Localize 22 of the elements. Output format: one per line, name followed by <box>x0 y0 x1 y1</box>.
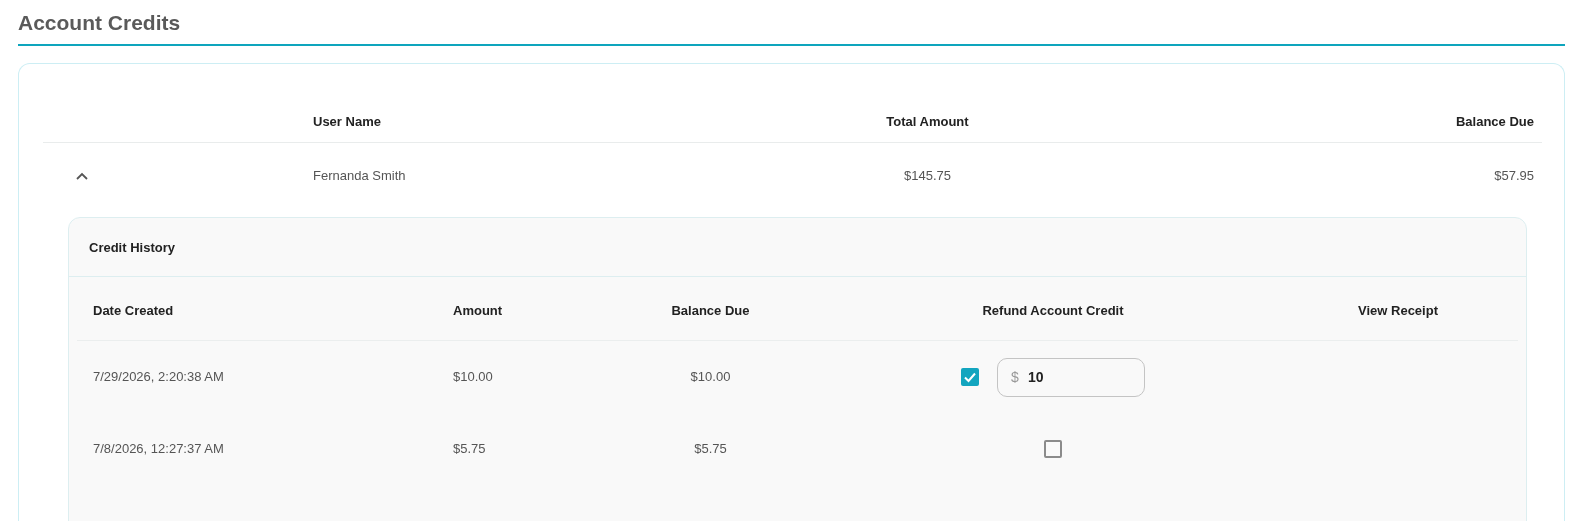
currency-prefix: $ <box>1011 367 1019 386</box>
page-title: Account Credits <box>18 10 1565 47</box>
column-header: View Receipt <box>1358 302 1438 318</box>
column-header: User Name <box>313 114 381 130</box>
table-cell: $57.95 <box>1494 168 1534 184</box>
checkbox[interactable] <box>1044 440 1062 459</box>
table-cell: Fernanda Smith <box>313 168 406 184</box>
column-header: Amount <box>453 302 503 318</box>
checkbox[interactable] <box>961 368 979 387</box>
table-cell: 7/29/2026, 2:20:38 AM <box>93 369 224 385</box>
table-cell: $10.00 <box>690 369 731 385</box>
column-header: Refund Account Credit <box>982 302 1124 318</box>
table-cell: $145.75 <box>904 168 951 184</box>
panel-title: Credit History <box>89 240 175 256</box>
column-header: Total Amount <box>886 114 969 130</box>
table-cell: $5.75 <box>694 441 727 457</box>
column-header: Date Created <box>93 302 174 318</box>
table-cell: $10.00 <box>453 369 493 385</box>
table-cell: 7/8/2026, 12:27:37 AM <box>93 441 224 457</box>
column-header: Balance Due <box>1455 114 1534 130</box>
column-header: Balance Due <box>671 302 750 318</box>
table-cell: $5.75 <box>453 441 486 457</box>
